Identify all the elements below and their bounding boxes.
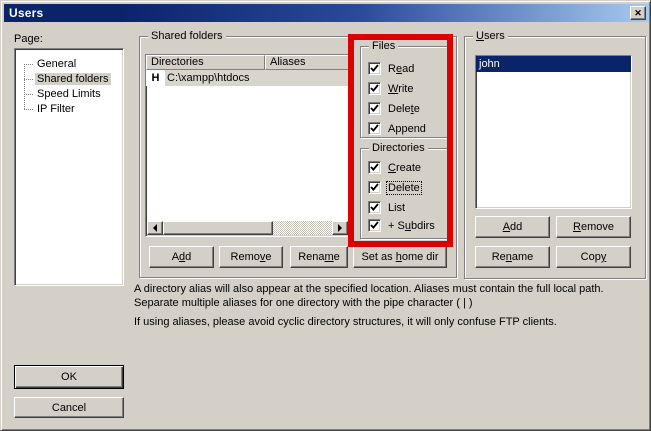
folder-list-header: Directories Aliases	[146, 55, 349, 70]
checkmark-icon	[370, 104, 379, 113]
page-label: Page:	[14, 33, 43, 45]
delete-file-checkbox-box[interactable]	[368, 102, 381, 115]
checkmark-icon	[370, 163, 379, 172]
checkmark-icon	[370, 221, 379, 230]
copy-user-button[interactable]: Copy	[556, 246, 631, 268]
ok-button[interactable]: OK	[14, 365, 124, 389]
folder-row[interactable]: H C:\xampp\htdocs	[146, 70, 349, 86]
checkbox-subdirs[interactable]: + Subdirs	[368, 219, 436, 232]
set-home-dir-button[interactable]: Set as home dir	[353, 246, 447, 268]
cancel-button[interactable]: Cancel	[14, 397, 124, 418]
checkmark-icon	[370, 64, 379, 73]
remove-folder-button[interactable]: Remove	[219, 246, 283, 268]
shared-folders-group-label: Shared folders	[148, 29, 226, 43]
checkbox-append[interactable]: Append	[368, 122, 427, 135]
scroll-left-icon	[149, 224, 157, 232]
sidebar-item-speed-limits[interactable]: Speed Limits	[15, 87, 123, 102]
add-user-button[interactable]: Add	[475, 216, 550, 238]
directory-cell: C:\xampp\htdocs	[165, 70, 349, 86]
checkmark-icon	[370, 183, 379, 192]
scroll-right-icon	[338, 224, 346, 232]
users-dialog: Users ✕ Page: General Shared folders Spe…	[0, 0, 651, 431]
remove-user-button[interactable]: Remove	[556, 216, 631, 238]
users-list[interactable]: john	[475, 55, 632, 209]
files-group-label: Files	[369, 39, 398, 53]
checkmark-icon	[370, 203, 379, 212]
read-checkbox-box[interactable]	[368, 62, 381, 75]
create-checkbox-box[interactable]	[368, 161, 381, 174]
close-icon: ✕	[634, 9, 642, 18]
home-flag: H	[146, 70, 165, 86]
checkbox-write[interactable]: Write	[368, 82, 414, 95]
users-group-label: Users	[473, 29, 508, 43]
checkbox-list[interactable]: List	[368, 201, 406, 214]
column-header-aliases[interactable]: Aliases	[265, 55, 349, 70]
write-checkbox-box[interactable]	[368, 82, 381, 95]
checkmark-icon	[370, 84, 379, 93]
page-list[interactable]: General Shared folders Speed Limits IP F…	[14, 48, 124, 286]
scroll-left-button[interactable]	[147, 221, 163, 235]
column-header-directories[interactable]: Directories	[146, 55, 265, 70]
checkbox-delete-dir[interactable]: Delete	[368, 181, 421, 194]
rename-user-button[interactable]: Rename	[475, 246, 550, 268]
delete-dir-checkbox-box[interactable]	[368, 181, 381, 194]
titlebar[interactable]: Users	[4, 4, 649, 22]
add-folder-button[interactable]: Add	[149, 246, 214, 268]
close-button[interactable]: ✕	[630, 6, 646, 20]
sidebar-item-shared-folders[interactable]: Shared folders	[15, 72, 123, 87]
subdirs-checkbox-box[interactable]	[368, 219, 381, 232]
alias-help-paragraph-2: If using aliases, please avoid cyclic di…	[134, 315, 645, 329]
user-item-john[interactable]: john	[476, 56, 631, 72]
checkbox-create[interactable]: Create	[368, 161, 422, 174]
rename-folder-button[interactable]: Rename	[290, 246, 348, 268]
window-title: Users	[9, 6, 43, 20]
alias-help-paragraph-1: A directory alias will also appear at th…	[134, 282, 645, 310]
directories-group-label: Directories	[369, 141, 428, 155]
checkmark-icon	[370, 124, 379, 133]
alias-help-text: A directory alias will also appear at th…	[134, 282, 645, 329]
scroll-thumb[interactable]	[163, 221, 273, 235]
scroll-right-button[interactable]	[332, 221, 348, 235]
append-checkbox-box[interactable]	[368, 122, 381, 135]
horizontal-scrollbar[interactable]	[147, 221, 348, 235]
sidebar-item-general[interactable]: General	[15, 57, 123, 72]
list-checkbox-box[interactable]	[368, 201, 381, 214]
checkbox-read[interactable]: Read	[368, 62, 415, 75]
sidebar-item-ip-filter[interactable]: IP Filter	[15, 102, 123, 117]
checkbox-delete-file[interactable]: Delete	[368, 102, 421, 115]
folder-listview[interactable]: Directories Aliases H C:\xampp\htdocs	[145, 54, 350, 237]
